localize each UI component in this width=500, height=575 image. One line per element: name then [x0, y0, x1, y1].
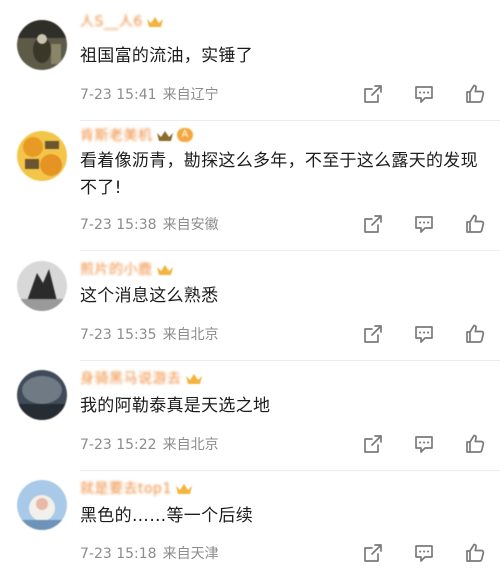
comment-text: 我的阿勒泰真是天选之地 [80, 396, 271, 416]
comment-meta: 7-23 15:38 来自安徽 [80, 214, 219, 234]
username-row: 人S__人6 [80, 10, 164, 32]
vip-crown-icon [146, 14, 164, 28]
username[interactable]: 煎片的小鹿 [80, 259, 153, 279]
like-icon[interactable] [464, 213, 486, 235]
comment-actions [362, 323, 486, 345]
comment-actions [362, 542, 486, 564]
username[interactable]: 肯斯老美机 [80, 125, 153, 145]
level-badge: A [176, 128, 194, 142]
comment-text: 看着像沥青，勘探这么多年，不至于这么露天的发现不了! [80, 151, 478, 198]
share-icon[interactable] [362, 83, 384, 105]
share-icon[interactable] [362, 213, 384, 235]
comment-text: 这个消息这么熟悉 [80, 286, 219, 306]
comment-actions [362, 213, 486, 235]
divider [80, 120, 500, 121]
comment-time: 7-23 15:38 [80, 217, 157, 233]
username[interactable]: 就是要去top1 [80, 478, 172, 498]
comment-icon[interactable] [413, 542, 435, 564]
comment-location: 来自北京 [162, 437, 219, 453]
share-icon[interactable] [362, 323, 384, 345]
share-icon[interactable] [362, 542, 384, 564]
comment-meta: 7-23 15:41 来自辽宁 [80, 84, 219, 104]
comment-meta: 7-23 15:35 来自北京 [80, 324, 219, 344]
vip-crown-icon [156, 262, 174, 276]
comment-icon[interactable] [413, 323, 435, 345]
comment-meta: 7-23 15:18 来自天津 [80, 543, 219, 563]
comment-actions [362, 433, 486, 455]
divider [80, 250, 500, 251]
comment-time: 7-23 15:35 [80, 327, 157, 343]
vip-crown-icon [185, 371, 203, 385]
vip-crown-icon [175, 481, 193, 495]
like-icon[interactable] [464, 542, 486, 564]
comment-text: 祖国富的流油，实锤了 [80, 46, 253, 66]
username-row: 肯斯老美机 A [80, 124, 194, 146]
comment-meta: 7-23 15:22 来自北京 [80, 434, 219, 454]
comment-location: 来自天津 [162, 546, 219, 562]
like-icon[interactable] [464, 83, 486, 105]
comment-location: 来自辽宁 [162, 87, 219, 103]
comment-time: 7-23 15:41 [80, 87, 157, 103]
avatar[interactable] [17, 131, 67, 181]
username-row: 身骑黑马说游去 [80, 367, 203, 389]
comment-feed: 人S__人6 祖国富的流油，实锤了 7-23 15:41 来自辽宁 肯斯老美机 … [0, 0, 500, 575]
comment-text: 黑色的……等一个后续 [80, 506, 253, 526]
divider [80, 360, 500, 361]
like-icon[interactable] [464, 433, 486, 455]
comment-location: 来自北京 [162, 327, 219, 343]
avatar[interactable] [17, 480, 67, 530]
comment-icon[interactable] [413, 433, 435, 455]
username[interactable]: 身骑黑马说游去 [80, 368, 182, 388]
comment-location: 来自安徽 [162, 217, 219, 233]
comment-icon[interactable] [413, 213, 435, 235]
share-icon[interactable] [362, 433, 384, 455]
comment-actions [362, 83, 486, 105]
comment-time: 7-23 15:18 [80, 546, 157, 562]
username-row: 就是要去top1 [80, 477, 193, 499]
divider [80, 470, 500, 471]
username-row: 煎片的小鹿 [80, 258, 174, 280]
like-icon[interactable] [464, 323, 486, 345]
avatar[interactable] [17, 261, 67, 311]
username[interactable]: 人S__人6 [80, 11, 143, 31]
comment-icon[interactable] [413, 83, 435, 105]
comment-time: 7-23 15:22 [80, 437, 157, 453]
vip-crown-icon [156, 128, 174, 142]
avatar[interactable] [17, 20, 67, 70]
avatar[interactable] [17, 370, 67, 420]
